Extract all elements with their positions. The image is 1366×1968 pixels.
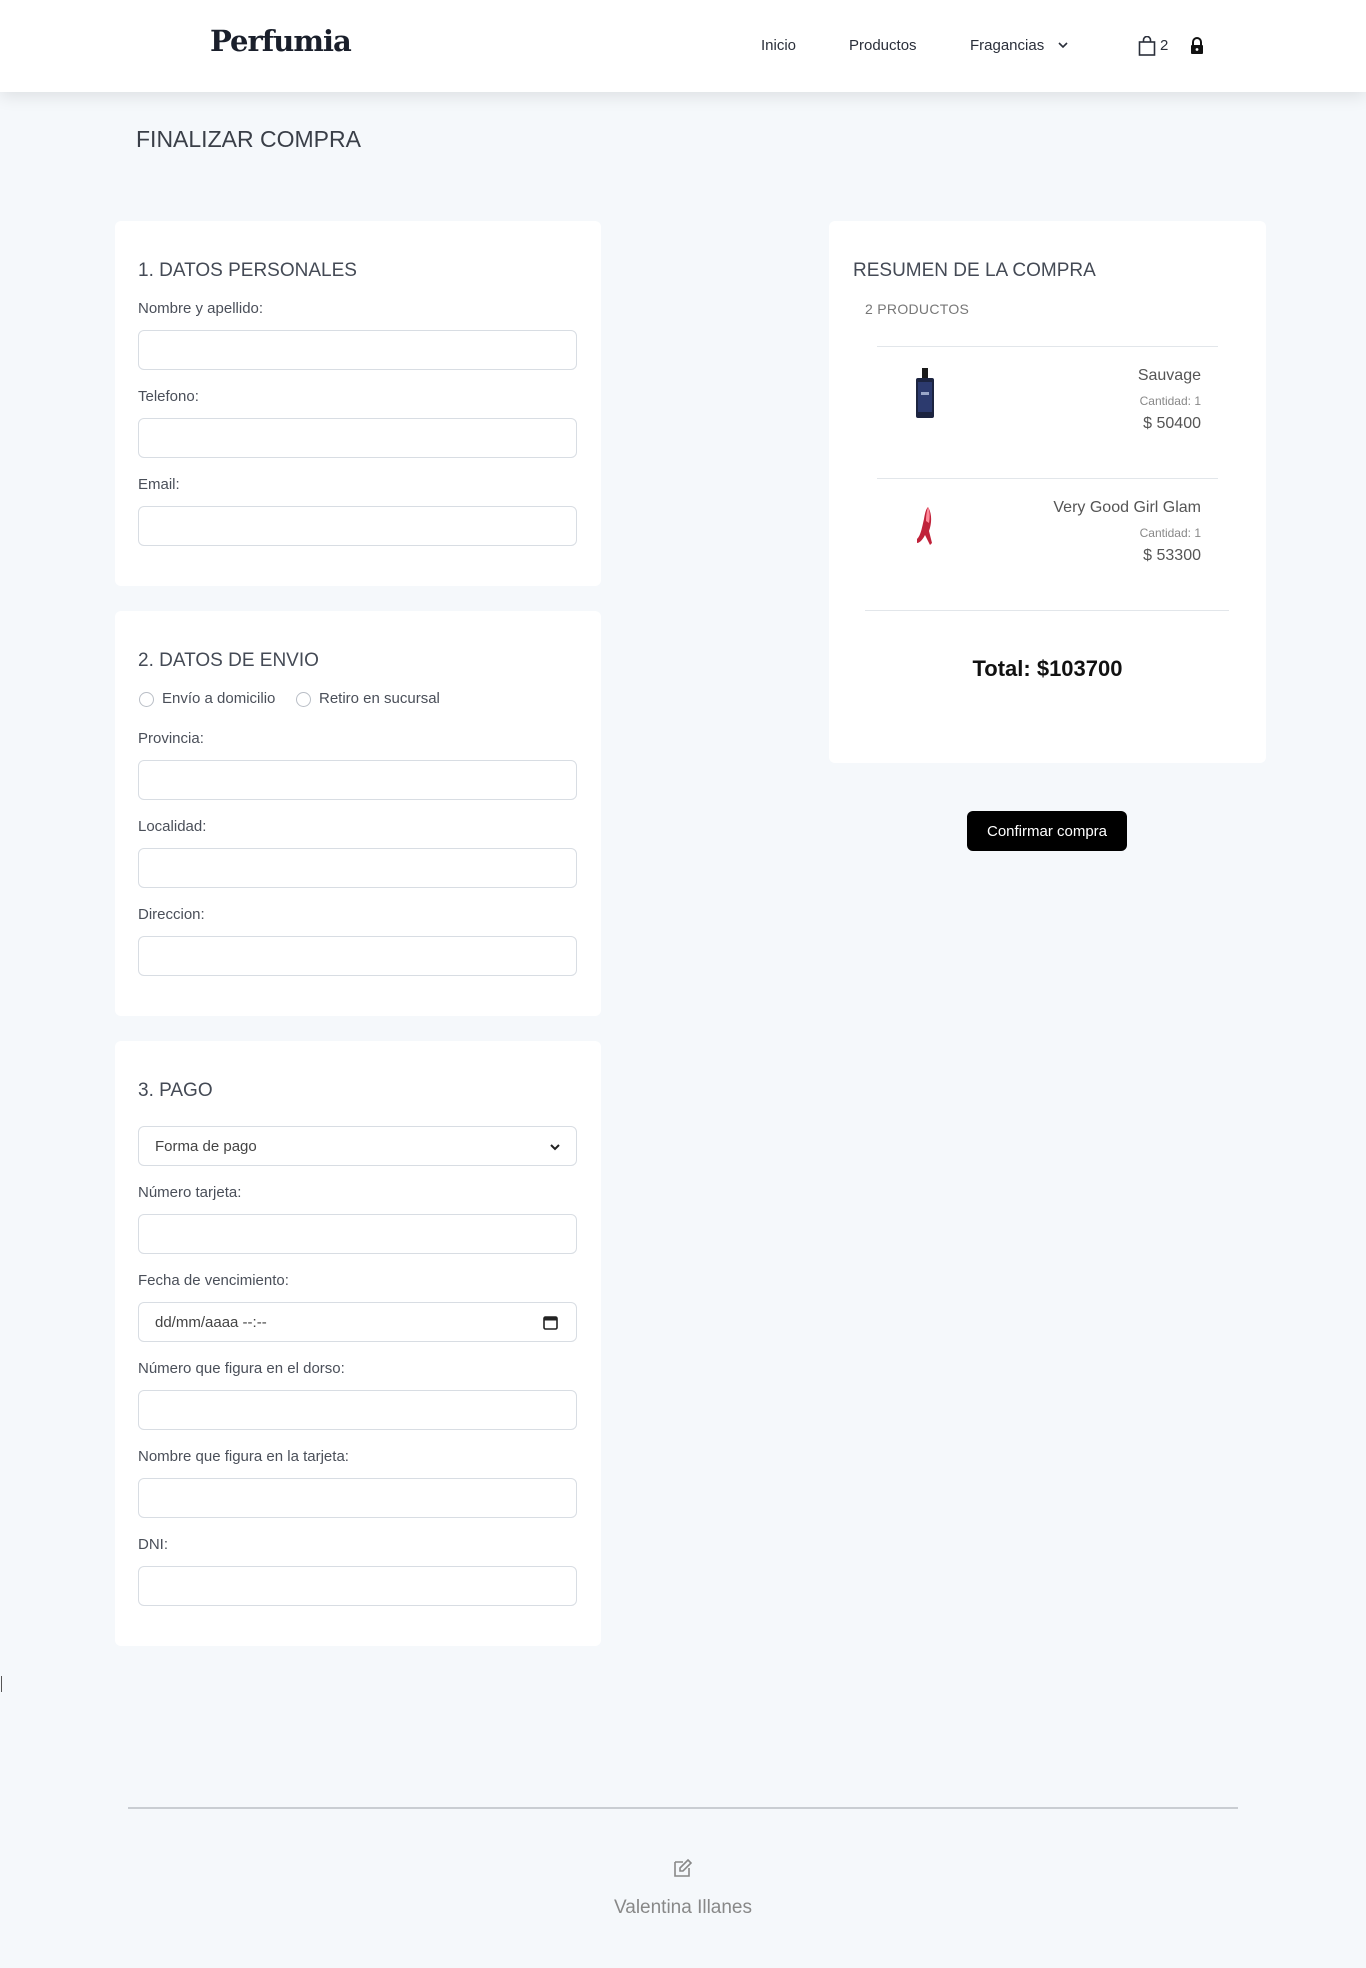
province-label: Provincia: [138, 730, 204, 747]
card-number-input[interactable] [138, 1214, 577, 1254]
expiry-date-value: dd/mm/aaaa --:-- [155, 1314, 267, 1331]
divider [877, 478, 1218, 479]
navbar: Perfumia Inicio Productos Fragancias 2 [0, 0, 1366, 92]
city-input[interactable] [138, 848, 577, 888]
branch-pickup-label[interactable]: Retiro en sucursal [319, 690, 440, 707]
cvv-input[interactable] [138, 1390, 577, 1430]
province-input[interactable] [138, 760, 577, 800]
product-name: Sauvage [1137, 367, 1201, 384]
name-input[interactable] [138, 330, 577, 370]
divider [877, 346, 1218, 347]
lock-icon[interactable] [1189, 37, 1205, 55]
product-count: 2 PRODUCTOS [865, 301, 970, 317]
summary-heading: RESUMEN DE LA COMPRA [853, 260, 1096, 281]
email-input[interactable] [138, 506, 577, 546]
address-label: Direccion: [138, 906, 205, 923]
branch-pickup-radio[interactable] [296, 692, 311, 707]
calendar-icon[interactable] [543, 1315, 558, 1330]
chevron-down-icon [550, 1144, 560, 1151]
page-title: FINALIZAR COMPRA [136, 126, 361, 152]
personal-data-heading: 1. DATOS PERSONALES [138, 260, 357, 281]
product-quantity: Cantidad: 1 [1139, 394, 1201, 408]
home-delivery-label[interactable]: Envío a domicilio [162, 690, 275, 707]
product-name: Very Good Girl Glam [1053, 499, 1201, 516]
divider [865, 610, 1229, 611]
payment-heading: 3. PAGO [138, 1080, 213, 1101]
phone-label: Telefono: [138, 388, 199, 405]
city-label: Localidad: [138, 818, 207, 835]
shipping-data-heading: 2. DATOS DE ENVIO [138, 650, 319, 671]
phone-input[interactable] [138, 418, 577, 458]
card-name-label: Nombre que figura en la tarjeta: [138, 1448, 349, 1465]
perfume-bottle-image [916, 368, 934, 418]
email-label: Email: [138, 476, 180, 493]
dni-label: DNI: [138, 1536, 168, 1553]
card-number-label: Número tarjeta: [138, 1184, 242, 1201]
cvv-label: Número que figura en el dorso: [138, 1360, 345, 1377]
payment-method-select[interactable]: Forma de pago [138, 1126, 577, 1166]
chevron-down-icon[interactable] [1056, 38, 1070, 52]
name-label: Nombre y apellido: [138, 300, 264, 317]
text-caret [1, 1676, 2, 1692]
perfume-bottle-image [917, 507, 932, 545]
product-price: $ 50400 [1143, 415, 1201, 432]
product-quantity: Cantidad: 1 [1139, 526, 1201, 540]
product-price: $ 53300 [1143, 547, 1201, 564]
footer-author: Valentina Illanes [613, 1897, 753, 1918]
footer-divider [128, 1807, 1238, 1809]
order-total: Total: $103700 [972, 656, 1123, 681]
address-input[interactable] [138, 936, 577, 976]
edit-icon [674, 1858, 693, 1877]
brand-logo[interactable]: Perfumia [210, 24, 352, 58]
card-name-input[interactable] [138, 1478, 577, 1518]
home-delivery-radio[interactable] [139, 692, 154, 707]
nav-link-fragancias[interactable]: Fragancias [970, 37, 1044, 54]
nav-link-inicio[interactable]: Inicio [761, 37, 796, 54]
expiry-label: Fecha de vencimiento: [138, 1272, 289, 1289]
cart-count: 2 [1160, 37, 1169, 54]
confirm-purchase-button[interactable]: Confirmar compra [967, 811, 1127, 851]
shopping-bag-icon[interactable] [1138, 36, 1156, 56]
expiry-date-input[interactable]: dd/mm/aaaa --:-- [138, 1302, 577, 1342]
nav-link-productos[interactable]: Productos [849, 37, 917, 54]
payment-method-value: Forma de pago [155, 1138, 257, 1155]
dni-input[interactable] [138, 1566, 577, 1606]
